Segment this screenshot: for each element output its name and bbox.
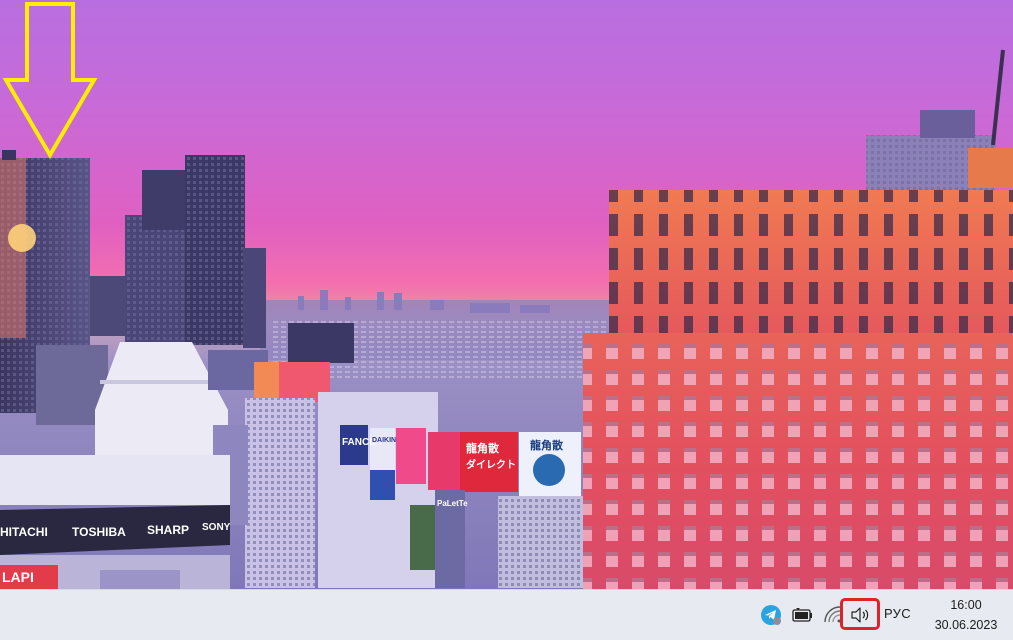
sharp-sign: SHARP bbox=[147, 523, 189, 537]
clock-button[interactable]: 16:00 30.06.2023 bbox=[922, 595, 1010, 635]
clock-time: 16:00 bbox=[950, 598, 982, 612]
lapi-sign: LAPI bbox=[2, 569, 34, 585]
volume-highlight-box bbox=[840, 598, 880, 630]
palette-sign: PaLetTe bbox=[437, 499, 468, 508]
toshiba-sign: TOSHIBA bbox=[72, 525, 126, 539]
taskbar: РУС 16:00 30.06.2023 bbox=[0, 589, 1013, 640]
telegram-tray-button[interactable] bbox=[758, 602, 784, 628]
ryukakusan-sign-2: ダイレクト bbox=[466, 458, 516, 471]
desktop-wallpaper: FANCL DAIKIN 龍角散 ダイレクト 龍角散 PaLetTe HITAC… bbox=[0, 0, 1013, 589]
annotation-down-arrow-icon bbox=[2, 2, 98, 159]
fancl-sign: FANCL bbox=[342, 437, 375, 448]
telegram-icon bbox=[761, 605, 781, 625]
hitachi-sign: HITACHI bbox=[0, 525, 48, 539]
ryukakusan-sign-1: 龍角散 bbox=[466, 441, 500, 455]
daikin-sign: DAIKIN bbox=[372, 437, 396, 444]
input-language-indicator[interactable]: РУС bbox=[884, 606, 911, 621]
sony-sign: SONY bbox=[202, 522, 231, 533]
battery-icon bbox=[792, 608, 812, 622]
city-skyline-sunset-wallpaper: FANCL DAIKIN 龍角散 ダイレクト 龍角散 PaLetTe HITAC… bbox=[0, 49, 1013, 589]
clock-date: 30.06.2023 bbox=[934, 618, 998, 632]
battery-tray-button[interactable] bbox=[789, 602, 815, 628]
ryukakusan-sign-3: 龍角散 bbox=[530, 438, 564, 452]
